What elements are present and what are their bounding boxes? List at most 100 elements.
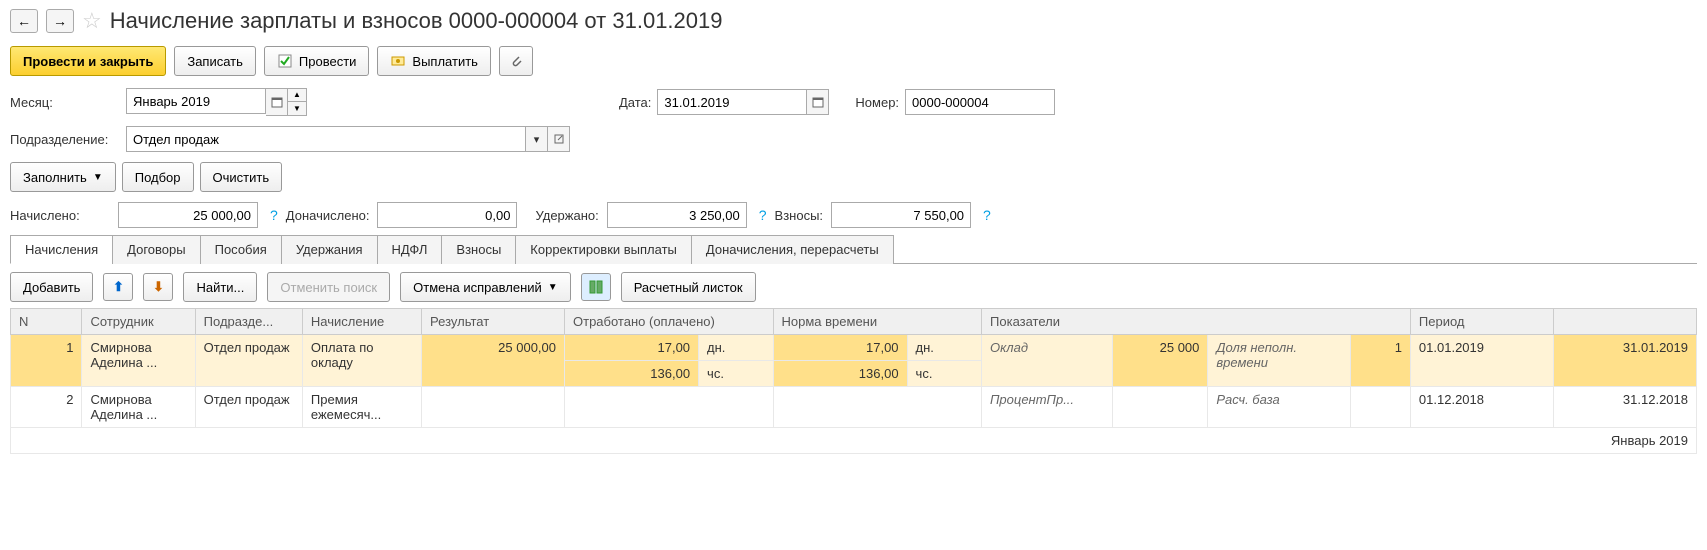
pay-icon [390, 53, 406, 69]
month-spin-down[interactable]: ▼ [288, 102, 306, 115]
col-accrual[interactable]: Начисление [302, 309, 421, 335]
cell-ind1-val [1113, 387, 1208, 428]
move-down-button[interactable]: ⬇ [143, 273, 173, 301]
col-result[interactable]: Результат [422, 309, 565, 335]
columns-icon [588, 279, 604, 295]
withheld-hint-icon[interactable]: ? [759, 207, 767, 223]
table-header-row: N Сотрудник Подразде... Начисление Резул… [11, 309, 1697, 335]
post-icon [277, 53, 293, 69]
cell-result: 25 000,00 [422, 335, 565, 387]
col-period-from[interactable]: Период [1410, 309, 1553, 335]
cell-ind2-val: 1 [1351, 335, 1411, 387]
cell-norm-days-unit: дн. [907, 335, 981, 361]
cell-worked-empty [565, 387, 774, 428]
table-row[interactable]: 2 Смирнова Аделина ... Отдел продаж Прем… [11, 387, 1697, 428]
payslip-button[interactable]: Расчетный листок [621, 272, 756, 302]
post-and-close-button[interactable]: Провести и закрыть [10, 46, 166, 76]
tab-payment-corrections[interactable]: Корректировки выплаты [515, 235, 692, 264]
tab-contracts[interactable]: Договоры [112, 235, 200, 264]
cancel-corrections-button[interactable]: Отмена исправлений ▼ [400, 272, 571, 302]
pay-button-label: Выплатить [412, 54, 478, 69]
tab-contributions[interactable]: Взносы [441, 235, 516, 264]
cell-norm-hours: 136,00 [773, 361, 907, 387]
contrib-input[interactable] [831, 202, 971, 228]
contrib-hint-icon[interactable]: ? [983, 207, 991, 223]
attach-button[interactable] [499, 46, 533, 76]
dept-dropdown-icon[interactable]: ▾ [526, 126, 548, 152]
col-employee[interactable]: Сотрудник [82, 309, 195, 335]
accrued-input[interactable] [118, 202, 258, 228]
col-n[interactable]: N [11, 309, 82, 335]
date-label: Дата: [619, 95, 651, 110]
chevron-down-icon: ▼ [548, 282, 558, 293]
cell-norm-days: 17,00 [773, 335, 907, 361]
tab-withholdings[interactable]: Удержания [281, 235, 378, 264]
dept-open-icon[interactable] [548, 126, 570, 152]
cell-employee: Смирнова Аделина ... [82, 335, 195, 387]
find-button[interactable]: Найти... [183, 272, 257, 302]
col-indicators[interactable]: Показатели [982, 309, 1411, 335]
fill-button[interactable]: Заполнить ▼ [10, 162, 116, 192]
cell-dept: Отдел продаж [195, 387, 302, 428]
favorite-star-icon[interactable]: ☆ [82, 8, 102, 34]
post-button-label: Провести [299, 54, 357, 69]
cell-period-from: 01.12.2018 [1410, 387, 1553, 428]
tab-benefits[interactable]: Пособия [200, 235, 282, 264]
cell-norm-empty [773, 387, 982, 428]
addl-input[interactable] [377, 202, 517, 228]
tab-accruals[interactable]: Начисления [10, 235, 113, 264]
dept-input[interactable] [126, 126, 526, 152]
accrued-label: Начислено: [10, 208, 110, 223]
cell-period-to: 31.01.2019 [1553, 335, 1696, 387]
cell-ind1-name: Оклад [982, 335, 1113, 387]
clear-button[interactable]: Очистить [200, 162, 283, 192]
cell-period-to: 31.12.2018 [1553, 387, 1696, 428]
month-calendar-icon[interactable] [266, 88, 288, 116]
fill-button-label: Заполнить [23, 170, 87, 185]
date-calendar-icon[interactable] [807, 89, 829, 115]
date-input[interactable] [657, 89, 807, 115]
cell-ind2-val [1351, 387, 1411, 428]
tab-recalculations[interactable]: Доначисления, перерасчеты [691, 235, 894, 264]
post-button[interactable]: Провести [264, 46, 370, 76]
move-up-button[interactable]: ⬆ [103, 273, 133, 301]
cell-ind2-name: Доля неполн. времени [1208, 335, 1351, 387]
col-norm[interactable]: Норма времени [773, 309, 982, 335]
period-note-cell: Январь 2019 [11, 428, 1697, 454]
month-label: Месяц: [10, 95, 120, 110]
col-period-to[interactable] [1553, 309, 1696, 335]
addl-label: Доначислено: [286, 208, 370, 223]
cell-accrual: Оплата по окладу [302, 335, 421, 387]
pay-button[interactable]: Выплатить [377, 46, 491, 76]
month-spin-up[interactable]: ▲ [288, 89, 306, 102]
cell-norm-hours-unit: чс. [907, 361, 981, 387]
view-mode-toggle[interactable] [581, 273, 611, 301]
tab-ndfl[interactable]: НДФЛ [377, 235, 443, 264]
chevron-down-icon: ▼ [93, 172, 103, 183]
col-dept[interactable]: Подразде... [195, 309, 302, 335]
page-title: Начисление зарплаты и взносов 0000-00000… [110, 8, 723, 34]
cell-worked-days: 17,00 [565, 335, 699, 361]
month-input[interactable] [126, 88, 266, 114]
contrib-label: Взносы: [775, 208, 824, 223]
cell-period-from: 01.01.2019 [1410, 335, 1553, 387]
cell-result [422, 387, 565, 428]
cell-ind1-name: ПроцентПр... [982, 387, 1113, 428]
nav-back-button[interactable]: ← [10, 9, 38, 33]
accrued-hint-icon[interactable]: ? [270, 207, 278, 223]
nav-forward-button[interactable]: → [46, 9, 74, 33]
cell-worked-hours-unit: чс. [699, 361, 773, 387]
write-button[interactable]: Записать [174, 46, 256, 76]
cancel-corrections-label: Отмена исправлений [413, 280, 542, 295]
cell-worked-days-unit: дн. [699, 335, 773, 361]
cell-dept: Отдел продаж [195, 335, 302, 387]
select-button[interactable]: Подбор [122, 162, 194, 192]
table-row[interactable]: 1 Смирнова Аделина ... Отдел продаж Опла… [11, 335, 1697, 361]
number-input[interactable] [905, 89, 1055, 115]
cell-employee: Смирнова Аделина ... [82, 387, 195, 428]
paperclip-icon [508, 53, 524, 69]
col-worked[interactable]: Отработано (оплачено) [565, 309, 774, 335]
withheld-input[interactable] [607, 202, 747, 228]
add-row-button[interactable]: Добавить [10, 272, 93, 302]
tabs-bar: Начисления Договоры Пособия Удержания НД… [10, 234, 1697, 264]
